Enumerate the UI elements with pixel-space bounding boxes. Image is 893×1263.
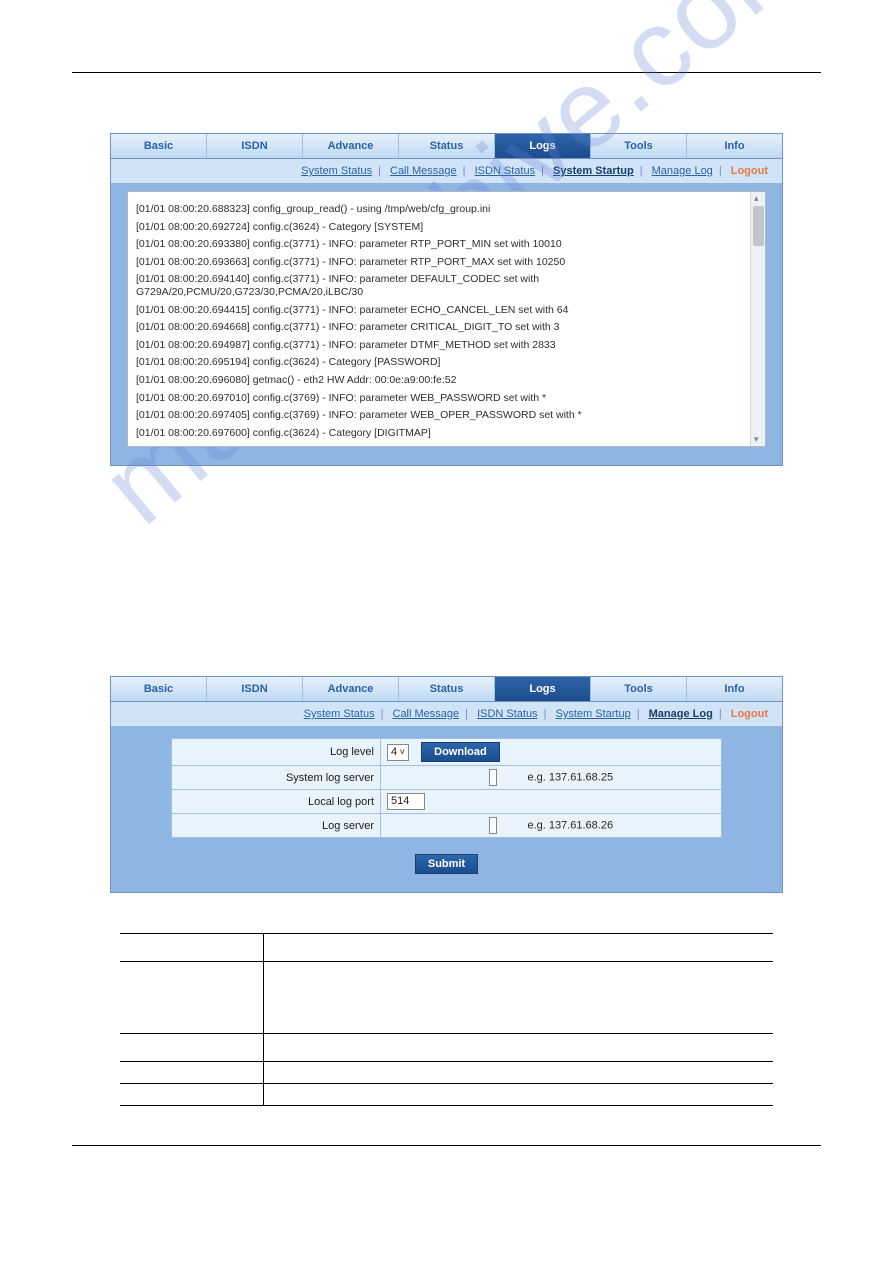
subnav-isdn-status[interactable]: ISDN Status — [477, 708, 538, 720]
tab-info[interactable]: Info — [687, 134, 782, 158]
table-cell — [120, 1034, 264, 1062]
log-line: [01/01 08:00:20.697405] config.c(3769) -… — [136, 409, 757, 422]
tab-tools[interactable]: Tools — [591, 134, 687, 158]
log-line: [01/01 08:00:20.694987] config.c(3771) -… — [136, 339, 757, 352]
tab-logs[interactable]: Logs — [495, 677, 591, 701]
log-line: [01/01 08:00:20.694415] config.c(3771) -… — [136, 304, 757, 317]
manage-log-body: Log level 4 Download System log server e… — [111, 726, 782, 892]
system-log-server-hint-text: e.g. 137.61.68.25 — [527, 771, 613, 783]
local-log-port-input[interactable]: 514 — [387, 793, 425, 810]
subnav-isdn-status[interactable]: ISDN Status — [475, 165, 536, 177]
subnav-call-message[interactable]: Call Message — [393, 708, 460, 720]
table-cell — [264, 1084, 773, 1106]
log-server-hint: e.g. 137.61.68.26 — [381, 814, 722, 838]
table-cell — [120, 962, 264, 1034]
logout-link[interactable]: Logout — [731, 708, 768, 720]
table-cell — [120, 934, 264, 962]
submit-button[interactable]: Submit — [415, 854, 478, 874]
log-line: [01/01 08:00:20.688323] config_group_rea… — [136, 203, 757, 216]
log-level-select[interactable]: 4 — [387, 744, 409, 761]
subnav-system-status[interactable]: System Status — [301, 165, 372, 177]
tab-basic[interactable]: Basic — [111, 134, 207, 158]
subnav-system-startup[interactable]: System Startup — [556, 708, 631, 720]
logout-link[interactable]: Logout — [731, 165, 768, 177]
table-cell — [120, 1062, 264, 1084]
tab-isdn[interactable]: ISDN — [207, 134, 303, 158]
local-log-port-label: Local log port — [172, 790, 381, 814]
startup-log-box: [01/01 08:00:20.688323] config_group_rea… — [127, 191, 766, 447]
tab-tools[interactable]: Tools — [591, 677, 687, 701]
log-scrollbar[interactable]: ▴ ▾ — [750, 192, 765, 446]
page-bottom-rule — [72, 1145, 821, 1146]
logs-subnav-2: System Status| Call Message| ISDN Status… — [111, 702, 782, 726]
local-log-port-cell: 514 — [381, 790, 722, 814]
manage-log-screenshot: Basic ISDN Advance Status Logs Tools Inf… — [110, 676, 783, 893]
main-tabs: Basic ISDN Advance Status Logs Tools Inf… — [111, 134, 782, 159]
tab-logs[interactable]: Logs — [495, 134, 591, 158]
manage-log-table: Log level 4 Download System log server e… — [171, 738, 722, 838]
tab-status[interactable]: Status — [399, 134, 495, 158]
system-log-server-hint: e.g. 137.61.68.25 — [381, 766, 722, 790]
tab-isdn[interactable]: ISDN — [207, 677, 303, 701]
subnav-system-status[interactable]: System Status — [304, 708, 375, 720]
submit-wrap: Submit — [171, 854, 722, 874]
table-cell — [264, 1062, 773, 1084]
tab-advance[interactable]: Advance — [303, 677, 399, 701]
log-line: [01/01 08:00:20.695194] config.c(3624) -… — [136, 356, 757, 369]
table-cell — [264, 1034, 773, 1062]
startup-log-lines: [01/01 08:00:20.688323] config_group_rea… — [128, 192, 765, 447]
log-server-hint-text: e.g. 137.61.68.26 — [527, 819, 613, 831]
tab-status[interactable]: Status — [399, 677, 495, 701]
table-cell — [120, 1084, 264, 1106]
logs-subnav: System Status| Call Message| ISDN Status… — [111, 159, 782, 183]
scroll-down-icon[interactable]: ▾ — [754, 435, 763, 444]
log-line: [01/01 08:00:20.697010] config.c(3769) -… — [136, 392, 757, 405]
log-line: [01/01 08:00:20.694668] config.c(3771) -… — [136, 321, 757, 334]
tab-info[interactable]: Info — [687, 677, 782, 701]
log-server-input[interactable] — [489, 817, 497, 834]
scroll-up-icon[interactable]: ▴ — [754, 194, 763, 203]
log-line: [01/01 08:00:20.694140] config.c(3771) -… — [136, 273, 757, 298]
table-cell — [264, 962, 773, 1034]
log-server-label: Log server — [172, 814, 381, 838]
system-startup-screenshot: Basic ISDN Advance Status Logs Tools Inf… — [110, 133, 783, 466]
log-line: [01/01 08:00:20.697600] config.c(3624) -… — [136, 427, 757, 440]
log-level-label: Log level — [172, 739, 381, 766]
download-button[interactable]: Download — [421, 742, 500, 762]
subnav-manage-log[interactable]: Manage Log — [652, 165, 713, 177]
tab-basic[interactable]: Basic — [111, 677, 207, 701]
page-top-rule — [72, 72, 821, 73]
scroll-thumb[interactable] — [753, 206, 764, 246]
main-tabs-2: Basic ISDN Advance Status Logs Tools Inf… — [111, 677, 782, 702]
table-cell — [264, 934, 773, 962]
subnav-call-message[interactable]: Call Message — [390, 165, 457, 177]
log-line: [01/01 08:00:20.693663] config.c(3771) -… — [136, 256, 757, 269]
subnav-manage-log[interactable]: Manage Log — [649, 708, 713, 720]
log-line: [01/01 08:00:20.693380] config.c(3771) -… — [136, 238, 757, 251]
log-line: [01/01 08:00:20.692724] config.c(3624) -… — [136, 221, 757, 234]
tab-advance[interactable]: Advance — [303, 134, 399, 158]
log-line: [01/01 08:00:20.696080] getmac() - eth2 … — [136, 374, 757, 387]
system-log-server-label: System log server — [172, 766, 381, 790]
subnav-system-startup[interactable]: System Startup — [553, 165, 634, 177]
parameter-table — [120, 933, 773, 1106]
system-log-server-input[interactable] — [489, 769, 497, 786]
log-level-cell: 4 Download — [381, 739, 722, 766]
